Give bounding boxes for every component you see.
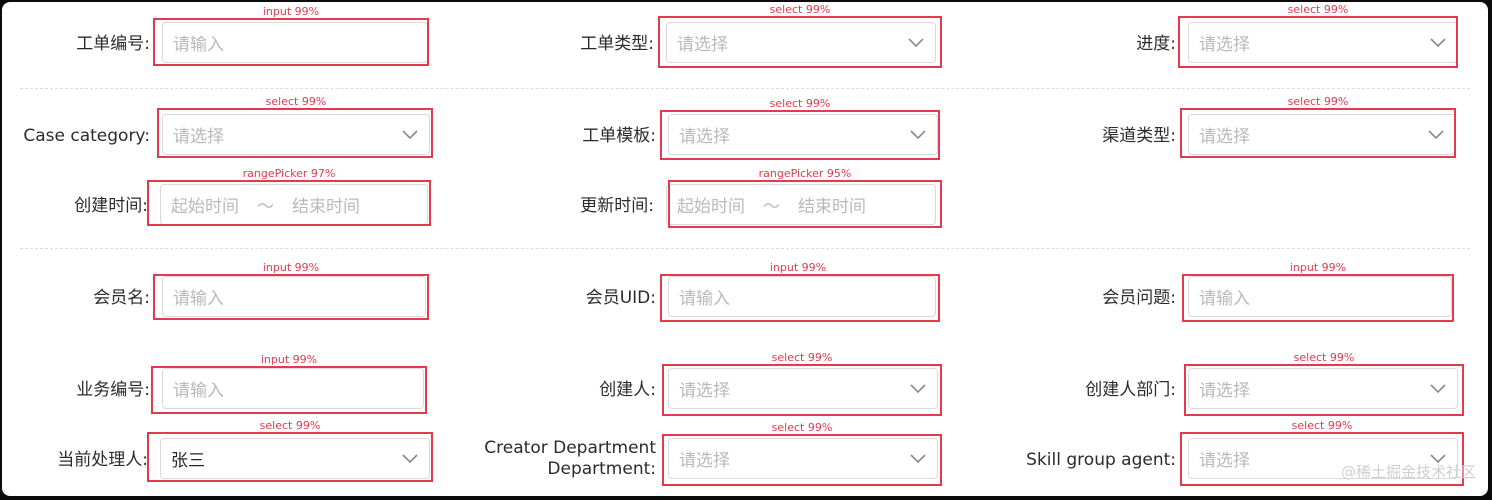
chevron-down-icon (909, 450, 927, 468)
work-order-template-select[interactable]: 请选择 (668, 114, 938, 155)
section-divider (20, 248, 1470, 249)
chevron-down-icon (401, 126, 419, 144)
creator-select[interactable]: 请选择 (668, 368, 938, 409)
annotation-tag: select 99% (1291, 419, 1353, 432)
member-issue-input[interactable]: 请输入 (1188, 276, 1452, 317)
work-order-no-placeholder: 请输入 (173, 35, 224, 55)
created-time-end[interactable]: 结束时间 (292, 192, 360, 217)
section-divider (20, 88, 1470, 89)
chevron-down-icon (1429, 380, 1447, 398)
annotation-tag: select 99% (1293, 351, 1355, 364)
annotation-tag: input 99% (260, 353, 318, 366)
skill-group-agent-label: Skill group agent: (1026, 450, 1176, 470)
creator-department-en-select[interactable]: 请选择 (668, 438, 938, 479)
member-issue-label: 会员问题: (1102, 288, 1176, 308)
chevron-down-icon (909, 126, 927, 144)
chevron-down-icon (907, 34, 925, 52)
annotation-tag: input 99% (769, 261, 827, 274)
updated-time-start[interactable]: 起始时间 (677, 192, 745, 217)
created-time-start[interactable]: 起始时间 (171, 192, 239, 217)
creator-department-en-placeholder: 请选择 (679, 451, 730, 471)
progress-select[interactable]: 请选择 (1188, 22, 1458, 63)
annotation-tag: rangePicker 97% (242, 167, 336, 180)
annotation-tag: input 99% (1289, 261, 1347, 274)
progress-label: 进度: (1136, 34, 1176, 54)
annotation-tag: select 99% (769, 97, 831, 110)
work-order-type-label: 工单类型: (580, 34, 654, 54)
current-handler-value: 张三 (171, 451, 205, 471)
work-order-template-label: 工单模板: (582, 126, 656, 146)
updated-time-range-picker[interactable]: 起始时间 ～ 结束时间 (666, 184, 936, 225)
updated-time-end[interactable]: 结束时间 (798, 192, 866, 217)
chevron-down-icon (1427, 126, 1445, 144)
channel-type-select[interactable]: 请选择 (1188, 114, 1456, 155)
member-uid-input[interactable]: 请输入 (668, 276, 936, 317)
created-time-label: 创建时间: (74, 196, 148, 216)
range-separator: ～ (257, 197, 274, 217)
created-time-range-picker[interactable]: 起始时间 ～ 结束时间 (160, 184, 428, 225)
annotation-tag: rangePicker 95% (758, 167, 852, 180)
progress-placeholder: 请选择 (1199, 35, 1250, 55)
annotation-tag: select 99% (771, 421, 833, 434)
case-category-placeholder: 请选择 (173, 127, 224, 147)
annotation-tag: select 99% (1287, 95, 1349, 108)
work-order-type-select[interactable]: 请选择 (666, 22, 936, 63)
annotation-tag: select 99% (259, 419, 321, 432)
work-order-no-label: 工单编号: (76, 34, 150, 54)
chevron-down-icon (909, 380, 927, 398)
chevron-down-icon (1429, 34, 1447, 52)
annotation-tag: select 99% (769, 3, 831, 16)
chevron-down-icon (401, 450, 419, 468)
annotation-tag: select 99% (771, 351, 833, 364)
current-handler-select[interactable]: 张三 (160, 438, 430, 479)
case-category-select[interactable]: 请选择 (162, 114, 430, 155)
work-order-type-placeholder: 请选择 (677, 35, 728, 55)
current-handler-label: 当前处理人: (57, 450, 148, 470)
annotation-tag: input 99% (262, 5, 320, 18)
member-name-input[interactable]: 请输入 (162, 276, 426, 317)
business-no-label: 业务编号: (76, 380, 150, 400)
channel-type-label: 渠道类型: (1102, 126, 1176, 146)
range-separator: ～ (763, 197, 780, 217)
member-name-label: 会员名: (93, 288, 150, 308)
annotation-tag: select 99% (1287, 3, 1349, 16)
creator-department-placeholder: 请选择 (1199, 381, 1250, 401)
creator-placeholder: 请选择 (679, 381, 730, 401)
member-uid-placeholder: 请输入 (679, 289, 730, 309)
business-no-input[interactable]: 请输入 (162, 368, 424, 409)
member-name-placeholder: 请输入 (173, 289, 224, 309)
work-order-no-input[interactable]: 请输入 (162, 22, 428, 63)
updated-time-label: 更新时间: (580, 196, 654, 216)
creator-department-en-label: Creator Department Department: (484, 438, 656, 479)
work-order-template-placeholder: 请选择 (679, 127, 730, 147)
member-issue-placeholder: 请输入 (1199, 289, 1250, 309)
creator-label: 创建人: (599, 380, 656, 400)
annotation-tag: select 99% (265, 95, 327, 108)
search-form-panel: 工单编号: 请输入 工单类型: 请选择 进度: 请选择 Case categor… (2, 2, 1488, 496)
case-category-label: Case category: (23, 126, 150, 146)
member-uid-label: 会员UID: (585, 288, 656, 308)
creator-department-label: 创建人部门: (1085, 380, 1176, 400)
creator-department-select[interactable]: 请选择 (1188, 368, 1458, 409)
annotation-tag: input 99% (262, 261, 320, 274)
channel-type-placeholder: 请选择 (1199, 127, 1250, 147)
business-no-placeholder: 请输入 (173, 381, 224, 401)
watermark: @稀土掘金技术社区 (1340, 463, 1476, 481)
